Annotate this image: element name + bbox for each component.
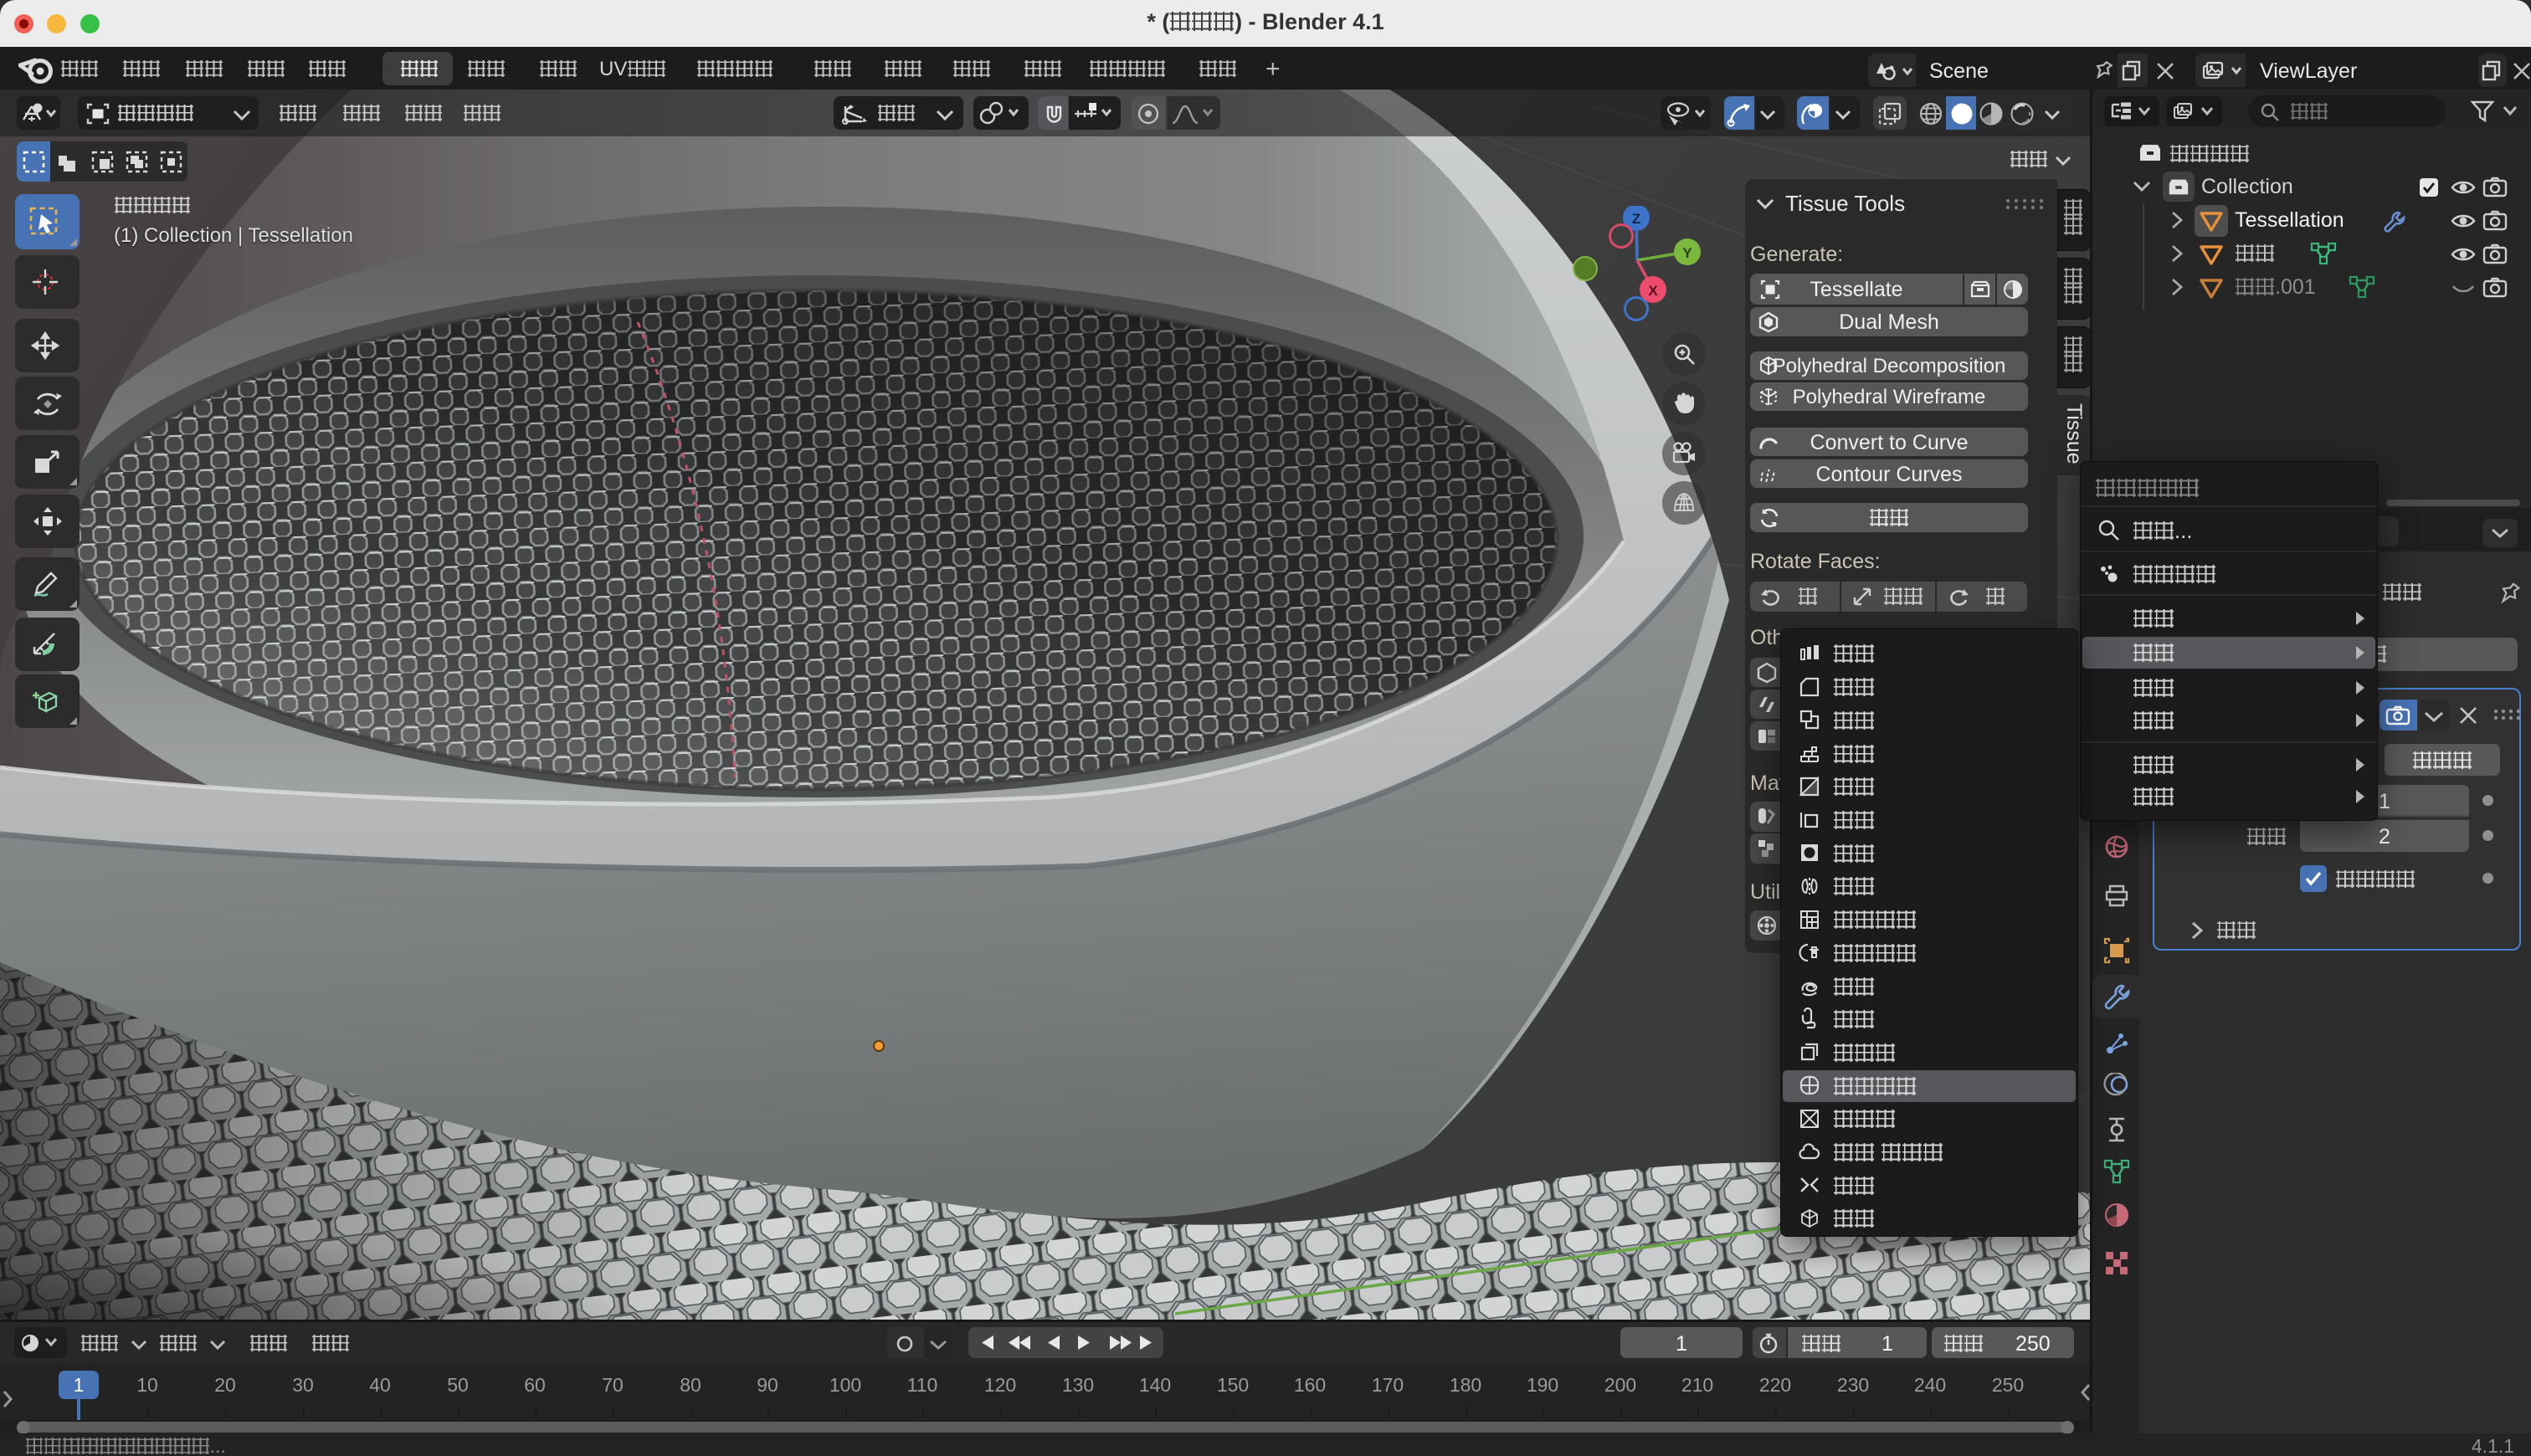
svg-text:X: X bbox=[1648, 283, 1658, 299]
svg-text:Z: Z bbox=[1632, 211, 1640, 227]
svg-text:Y: Y bbox=[1682, 245, 1692, 261]
